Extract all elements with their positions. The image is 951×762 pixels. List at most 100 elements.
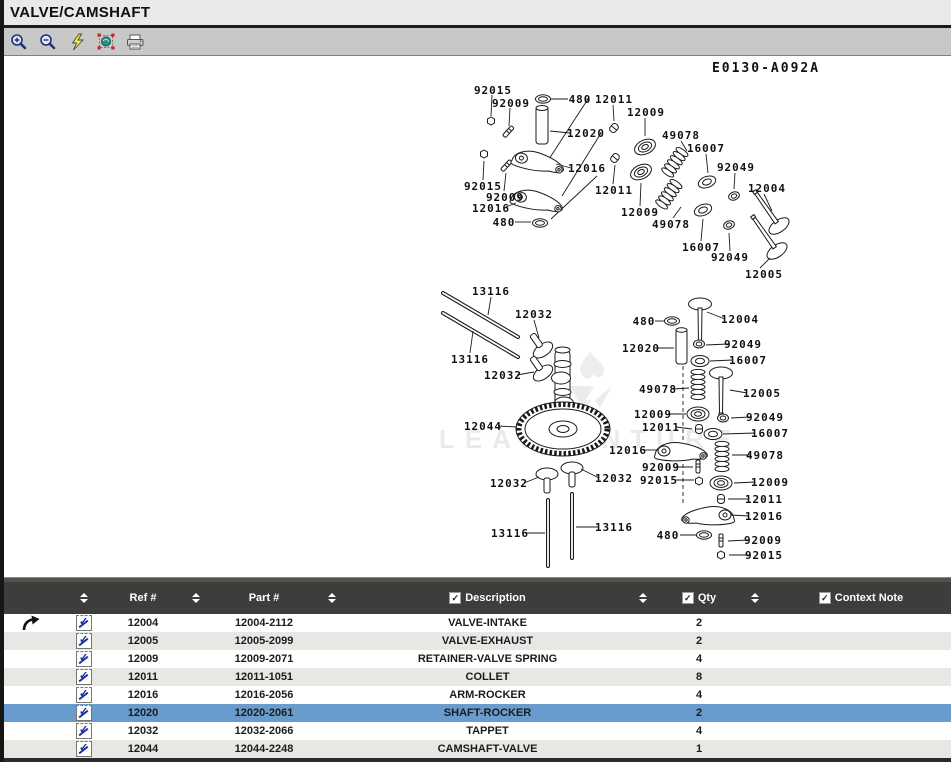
table-row[interactable]: 1200412004-2112VALVE-INTAKE2: [0, 614, 951, 632]
part-label[interactable]: 12011: [745, 493, 783, 506]
qty-checkbox[interactable]: [682, 592, 694, 604]
part-label[interactable]: 12016: [745, 510, 783, 523]
hotspot-select-icon[interactable]: [96, 32, 116, 52]
sort-icon[interactable]: [80, 593, 88, 603]
part-label[interactable]: 12004: [721, 313, 759, 326]
part-label[interactable]: 49078: [746, 449, 784, 462]
cell-context-note: [771, 686, 951, 704]
part-label[interactable]: 12016: [568, 162, 606, 175]
part-label[interactable]: 92015: [640, 474, 678, 487]
part-label[interactable]: 12016: [472, 202, 510, 215]
cell-description: CAMSHAFT-VALVE: [348, 740, 627, 758]
part-details-icon[interactable]: [76, 723, 92, 739]
col-qty-label[interactable]: Qty: [698, 592, 716, 604]
part-label[interactable]: 12032: [595, 472, 633, 485]
part-label[interactable]: 49078: [639, 383, 677, 396]
part-label[interactable]: 12005: [745, 268, 783, 281]
part-label[interactable]: 16007: [687, 142, 725, 155]
part-label[interactable]: 92015: [474, 84, 512, 97]
col-context-label[interactable]: Context Note: [835, 592, 903, 604]
col-part-label[interactable]: Part #: [249, 592, 280, 604]
table-row[interactable]: 1201112011-1051COLLET8: [0, 668, 951, 686]
part-label[interactable]: 12032: [490, 477, 528, 490]
table-row[interactable]: 1200912009-2071RETAINER-VALVE SPRING4: [0, 650, 951, 668]
part-label[interactable]: 16007: [751, 427, 789, 440]
cell-part: 12016-2056: [212, 686, 316, 704]
part-details-icon[interactable]: [76, 687, 92, 703]
part-label[interactable]: 12009: [751, 476, 789, 489]
table-row[interactable]: 1202012020-2061SHAFT-ROCKER2: [0, 704, 951, 722]
diagram-view-top: [481, 95, 792, 263]
part-label[interactable]: 12020: [567, 127, 605, 140]
part-details-icon[interactable]: [76, 669, 92, 685]
part-label[interactable]: 13116: [451, 353, 489, 366]
part-label[interactable]: 16007: [729, 354, 767, 367]
zoom-in-icon[interactable]: [9, 32, 29, 52]
part-label[interactable]: 12005: [743, 387, 781, 400]
part-label[interactable]: 13116: [491, 527, 529, 540]
part-details-icon[interactable]: [76, 741, 92, 757]
part-label[interactable]: 12009: [627, 106, 665, 119]
part-label[interactable]: 92049: [746, 411, 784, 424]
col-description-label[interactable]: Description: [465, 592, 526, 604]
part-label[interactable]: 92009: [642, 461, 680, 474]
part-label[interactable]: 12011: [595, 184, 633, 197]
description-checkbox[interactable]: [449, 592, 461, 604]
table-body: 1200412004-2112VALVE-INTAKE21200512005-2…: [0, 614, 951, 758]
diagram-code: E0130-A092A: [712, 61, 820, 76]
part-label[interactable]: 92049: [724, 338, 762, 351]
sort-icon[interactable]: [192, 593, 200, 603]
cell-part: 12032-2066: [212, 722, 316, 740]
part-details-icon[interactable]: [76, 705, 92, 721]
part-label[interactable]: 49078: [652, 218, 690, 231]
cell-ref: 12020: [106, 704, 180, 722]
part-label[interactable]: 12032: [515, 308, 553, 321]
part-label[interactable]: 92009: [492, 97, 530, 110]
sort-icon[interactable]: [328, 593, 336, 603]
table-row[interactable]: 1203212032-2066TAPPET4: [0, 722, 951, 740]
sort-icon[interactable]: [639, 593, 647, 603]
part-label[interactable]: 12004: [748, 182, 786, 195]
table-row[interactable]: 1200512005-2099VALVE-EXHAUST2: [0, 632, 951, 650]
part-label[interactable]: 12044: [464, 420, 502, 433]
part-label[interactable]: 480: [633, 315, 656, 328]
part-label[interactable]: 49078: [662, 129, 700, 142]
table-row[interactable]: 1201612016-2056ARM-ROCKER4: [0, 686, 951, 704]
zoom-out-icon[interactable]: [38, 32, 58, 52]
part-label[interactable]: 13116: [595, 521, 633, 534]
table-row[interactable]: 1204412044-2248CAMSHAFT-VALVE1: [0, 740, 951, 758]
cell-icon: [62, 650, 106, 668]
part-details-icon[interactable]: [76, 633, 92, 649]
part-label[interactable]: 480: [657, 529, 680, 542]
col-ref-label[interactable]: Ref #: [130, 592, 157, 604]
part-label[interactable]: 480: [493, 216, 516, 229]
part-details-icon[interactable]: [76, 651, 92, 667]
print-icon[interactable]: [125, 32, 145, 52]
part-label[interactable]: 92015: [745, 549, 783, 562]
cell-qty: 1: [659, 740, 739, 758]
part-label[interactable]: 92049: [717, 161, 755, 174]
part-label[interactable]: 12016: [609, 444, 647, 457]
part-label[interactable]: 12020: [622, 342, 660, 355]
cell-part: 12044-2248: [212, 740, 316, 758]
part-label[interactable]: 12011: [642, 421, 680, 434]
leader-line: [640, 183, 641, 206]
part-details-icon[interactable]: [76, 615, 92, 631]
context-note-checkbox[interactable]: [819, 592, 831, 604]
part-label[interactable]: 12009: [634, 408, 672, 421]
cell-icon: [62, 686, 106, 704]
part-label[interactable]: 12032: [484, 369, 522, 382]
table-header: Ref # Part # Description Qty Context Not…: [0, 578, 951, 614]
cell-ref: 12009: [106, 650, 180, 668]
part-label[interactable]: 92049: [711, 251, 749, 264]
sort-icon[interactable]: [751, 593, 759, 603]
part-label[interactable]: 12011: [595, 93, 633, 106]
cell-icon: [62, 722, 106, 740]
update-lightning-icon[interactable]: [67, 32, 87, 52]
toolbar: [0, 28, 951, 56]
part-label[interactable]: 13116: [472, 285, 510, 298]
part-label[interactable]: 92009: [744, 534, 782, 547]
parts-diagram: LEAFVENTURE E0130-A092A: [0, 56, 951, 577]
cell-ref: 12011: [106, 668, 180, 686]
part-label[interactable]: 480: [569, 93, 592, 106]
